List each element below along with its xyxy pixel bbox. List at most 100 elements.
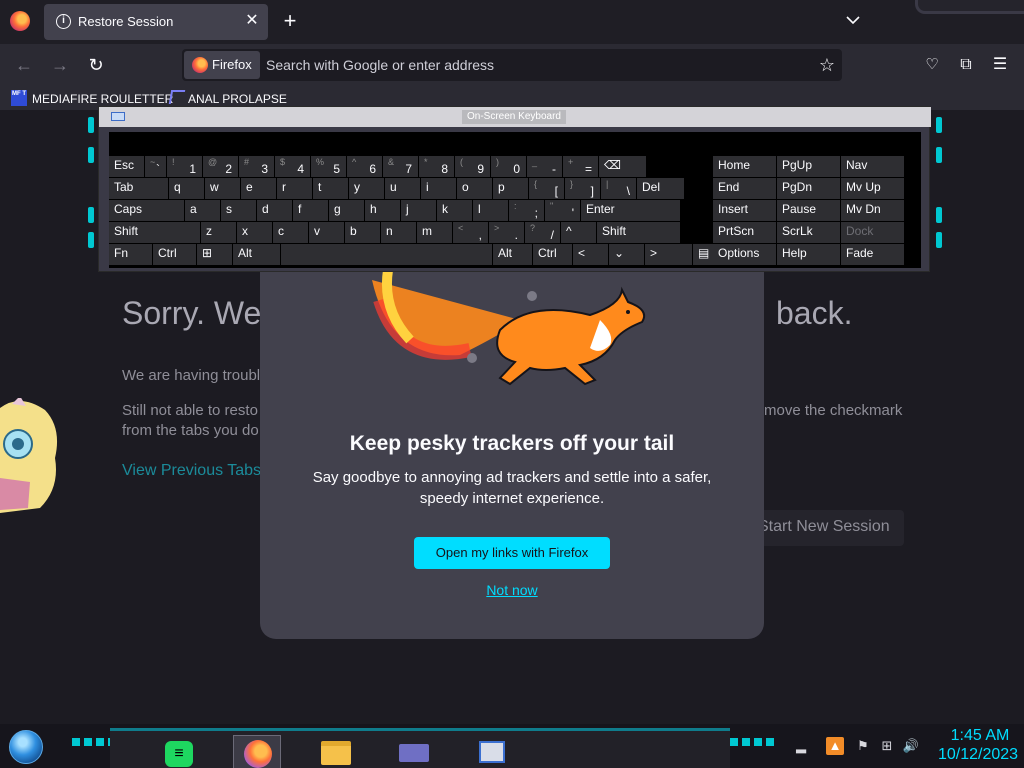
- osk-key[interactable]: j: [401, 200, 436, 221]
- osk-key[interactable]: q: [169, 178, 204, 199]
- osk-key[interactable]: Dock: [841, 222, 904, 243]
- osk-key[interactable]: f: [293, 200, 328, 221]
- osk-key[interactable]: ) 0: [491, 156, 526, 177]
- osk-key[interactable]: m: [417, 222, 452, 243]
- osk-key[interactable]: l: [473, 200, 508, 221]
- osk-key[interactable]: Caps: [109, 200, 184, 221]
- osk-key[interactable]: <: [573, 244, 608, 265]
- app-tray-icon[interactable]: ▲: [826, 737, 844, 755]
- osk-key[interactable]: Pause: [777, 200, 840, 221]
- set-default-browser-button[interactable]: Open my links with Firefox: [414, 537, 610, 569]
- flag-icon[interactable]: ⚑: [854, 737, 872, 755]
- taskbar-app-keyboard[interactable]: [467, 735, 515, 768]
- view-previous-tabs-link[interactable]: View Previous Tabs: [122, 462, 261, 480]
- osk-key[interactable]: % 5: [311, 156, 346, 177]
- osk-key[interactable]: r: [277, 178, 312, 199]
- osk-key[interactable]: PrtScn: [713, 222, 776, 243]
- taskbar-app-card[interactable]: [389, 735, 437, 768]
- osk-key[interactable]: ? /: [525, 222, 560, 243]
- osk-key[interactable]: z: [201, 222, 236, 243]
- tab-restore-session[interactable]: i Restore Session ✕: [44, 4, 268, 40]
- osk-key[interactable]: n: [381, 222, 416, 243]
- osk-key[interactable]: [281, 244, 492, 265]
- osk-key[interactable]: Options: [713, 244, 776, 265]
- osk-key[interactable]: k: [437, 200, 472, 221]
- osk-key[interactable]: + =: [563, 156, 598, 177]
- osk-key[interactable]: Ctrl: [533, 244, 572, 265]
- osk-key[interactable]: Fn: [109, 244, 152, 265]
- osk-key[interactable]: & 7: [383, 156, 418, 177]
- address-input[interactable]: [266, 49, 806, 81]
- osk-key[interactable]: ^ 6: [347, 156, 382, 177]
- osk-key[interactable]: * 8: [419, 156, 454, 177]
- osk-key[interactable]: c: [273, 222, 308, 243]
- osk-key[interactable]: Home: [713, 156, 776, 177]
- osk-key[interactable]: _ -: [527, 156, 562, 177]
- osk-key[interactable]: <,: [453, 222, 488, 243]
- osk-key[interactable]: a: [185, 200, 220, 221]
- osk-key[interactable]: Alt: [493, 244, 532, 265]
- osk-key[interactable]: Nav: [841, 156, 904, 177]
- osk-key[interactable]: x: [237, 222, 272, 243]
- osk-key[interactable]: b: [345, 222, 380, 243]
- network-icon[interactable]: ⊞: [878, 737, 896, 755]
- osk-key[interactable]: d: [257, 200, 292, 221]
- chevron-down-icon[interactable]: [842, 12, 864, 32]
- osk-key[interactable]: v: [309, 222, 344, 243]
- osk-key[interactable]: Del: [637, 178, 684, 199]
- osk-key[interactable]: Fade: [841, 244, 904, 265]
- osk-key[interactable]: #3: [239, 156, 274, 177]
- osk-key[interactable]: ⊞: [197, 244, 232, 265]
- osk-key[interactable]: ⌫: [599, 156, 646, 177]
- osk-key[interactable]: | \: [601, 178, 636, 199]
- osk-key[interactable]: p: [493, 178, 528, 199]
- back-button[interactable]: ←: [10, 51, 38, 79]
- osk-key[interactable]: Insert: [713, 200, 776, 221]
- taskbar-app-spotify[interactable]: ≡: [155, 735, 203, 768]
- osk-key[interactable]: Help: [777, 244, 840, 265]
- taskbar-app-firefox[interactable]: [233, 735, 281, 768]
- volume-icon[interactable]: 🔊: [902, 737, 920, 755]
- osk-key[interactable]: e: [241, 178, 276, 199]
- start-button[interactable]: [9, 730, 43, 764]
- osk-key[interactable]: Mv Up: [841, 178, 904, 199]
- clock-date[interactable]: 10/12/2023: [930, 746, 1024, 764]
- osk-key[interactable]: >.: [489, 222, 524, 243]
- forward-button[interactable]: →: [46, 51, 74, 79]
- close-tab-icon[interactable]: ✕: [242, 11, 262, 31]
- osk-key[interactable]: Esc: [109, 156, 144, 177]
- new-tab-button[interactable]: +: [279, 10, 301, 32]
- osk-key[interactable]: ^: [561, 222, 596, 243]
- url-bar[interactable]: Firefox ☆: [182, 49, 842, 81]
- bookmark-star-icon[interactable]: ☆: [816, 54, 838, 76]
- osk-key[interactable]: Ctrl: [153, 244, 196, 265]
- osk-key[interactable]: ~ `: [145, 156, 166, 177]
- osk-key[interactable]: PgDn: [777, 178, 840, 199]
- osk-key[interactable]: Shift: [109, 222, 200, 243]
- identity-box[interactable]: Firefox: [184, 51, 260, 79]
- osk-key[interactable]: s: [221, 200, 256, 221]
- osk-key[interactable]: PgUp: [777, 156, 840, 177]
- pocket-icon[interactable]: ♡: [918, 51, 946, 79]
- not-now-link[interactable]: Not now: [260, 582, 764, 598]
- osk-key[interactable]: Alt: [233, 244, 280, 265]
- osk-key[interactable]: End: [713, 178, 776, 199]
- osk-key[interactable]: ⌄: [609, 244, 644, 265]
- extensions-icon[interactable]: ⧉: [952, 51, 980, 79]
- osk-key[interactable]: t: [313, 178, 348, 199]
- osk-key[interactable]: i: [421, 178, 456, 199]
- osk-key[interactable]: >: [645, 244, 692, 265]
- osk-key[interactable]: u: [385, 178, 420, 199]
- osk-titlebar[interactable]: On-Screen Keyboard: [99, 107, 931, 127]
- show-hidden-icons-icon[interactable]: ▂: [792, 737, 810, 755]
- osk-key[interactable]: " ': [545, 200, 580, 221]
- osk-key[interactable]: ScrLk: [777, 222, 840, 243]
- osk-key[interactable]: Tab: [109, 178, 168, 199]
- osk-key[interactable]: }]: [565, 178, 600, 199]
- osk-key[interactable]: Shift: [597, 222, 680, 243]
- osk-key[interactable]: @2: [203, 156, 238, 177]
- clock-time[interactable]: 1:45 AM: [934, 727, 1024, 745]
- hamburger-menu-icon[interactable]: ☰: [986, 51, 1014, 79]
- osk-key[interactable]: Mv Dn: [841, 200, 904, 221]
- osk-key[interactable]: Enter: [581, 200, 680, 221]
